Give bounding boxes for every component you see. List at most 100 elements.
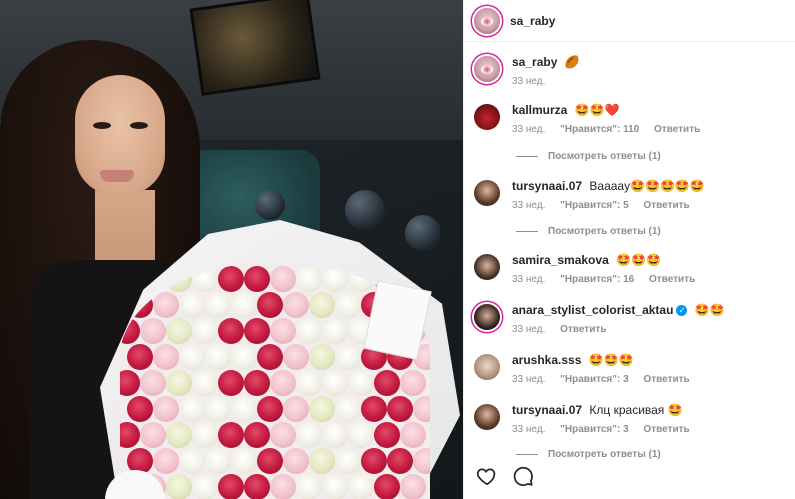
rose (120, 370, 140, 396)
rose (205, 396, 231, 422)
rose (322, 474, 348, 499)
post-photo[interactable] (0, 0, 463, 499)
comment-time[interactable]: 33 нед. (512, 200, 545, 211)
rose (257, 344, 283, 370)
verified-badge-icon: ✓ (676, 305, 688, 317)
rose (192, 422, 218, 448)
photo-lips (100, 170, 134, 182)
comment-likes[interactable]: "Нравится": 3 (560, 374, 629, 385)
rose (270, 266, 296, 292)
caption-username[interactable]: sa_raby (512, 55, 557, 69)
reply-button[interactable]: Ответить (649, 274, 695, 285)
rose (374, 474, 400, 499)
photo-tv (189, 0, 321, 96)
view-replies-label: Посмотреть ответы (1) (548, 151, 661, 162)
commenter-avatar[interactable] (474, 254, 500, 280)
comment-item: arushka.sss 🤩🤩🤩 33 нед. "Нравится": 3 От… (474, 352, 789, 385)
rose (296, 370, 322, 396)
caption-avatar[interactable] (474, 56, 500, 82)
rose (192, 318, 218, 344)
commenter-avatar[interactable] (474, 404, 500, 430)
rose (179, 292, 205, 318)
rose (322, 370, 348, 396)
comment-text: Клц красивая 🤩 (589, 403, 683, 417)
comment-item: samira_smakova 🤩🤩🤩 33 нед. "Нравится": 1… (474, 252, 789, 285)
commenter-avatar[interactable] (474, 354, 500, 380)
comment-item: tursynaai.07 Клц красивая 🤩 33 нед. "Нра… (474, 402, 789, 435)
comment-time[interactable]: 33 нед. (512, 324, 545, 335)
rose (413, 396, 430, 422)
comment-time[interactable]: 33 нед. (512, 274, 545, 285)
caption: sa_raby 🏉 33 нед. (474, 54, 789, 87)
rose (283, 448, 309, 474)
comment-username[interactable]: anara_stylist_colorist_aktau (512, 303, 673, 317)
rose (270, 318, 296, 344)
rose (283, 396, 309, 422)
view-replies-label: Посмотреть ответы (1) (548, 449, 661, 460)
rose (387, 448, 413, 474)
comment-likes[interactable]: "Нравится": 5 (560, 200, 629, 211)
reply-button[interactable]: Ответить (643, 424, 689, 435)
comment-likes[interactable]: "Нравится": 3 (560, 424, 629, 435)
comment-item: kallmurza 🤩🤩❤️ 33 нед. "Нравится": 110 О… (474, 102, 789, 135)
comment-username[interactable]: samira_smakova (512, 253, 609, 267)
comment-likes[interactable]: "Нравится": 110 (560, 124, 639, 135)
rose (270, 422, 296, 448)
rose (322, 318, 348, 344)
rose (257, 448, 283, 474)
rose (231, 344, 257, 370)
rose (309, 448, 335, 474)
comment-likes[interactable]: "Нравится": 16 (560, 274, 634, 285)
rose (374, 422, 400, 448)
commenter-avatar[interactable] (474, 304, 500, 330)
reply-button[interactable]: Ответить (654, 124, 700, 135)
rose (270, 474, 296, 499)
rose (205, 344, 231, 370)
rose (374, 370, 400, 396)
comment-time[interactable]: 33 нед. (512, 374, 545, 385)
rose (322, 266, 348, 292)
comments-panel: sa_raby sa_raby 🏉 33 нед. kallmurza 🤩🤩❤️… (463, 0, 795, 499)
view-replies-button[interactable]: Посмотреть ответы (1) (516, 226, 661, 237)
comment-username[interactable]: kallmurza (512, 103, 567, 117)
rose (296, 318, 322, 344)
rose (166, 422, 192, 448)
comment-time[interactable]: 33 нед. (512, 424, 545, 435)
rose (140, 318, 166, 344)
rose (348, 474, 374, 499)
rose (283, 292, 309, 318)
photo-balloon (345, 190, 385, 230)
rose (257, 396, 283, 422)
reply-button[interactable]: Ответить (643, 200, 689, 211)
comment-username[interactable]: arushka.sss (512, 353, 581, 367)
reply-button[interactable]: Ответить (560, 324, 606, 335)
view-replies-button[interactable]: Посмотреть ответы (1) (516, 449, 661, 460)
rose (140, 422, 166, 448)
rose (231, 292, 257, 318)
comment-username[interactable]: tursynaai.07 (512, 403, 582, 417)
reply-button[interactable]: Ответить (643, 374, 689, 385)
rose (218, 422, 244, 448)
rose (127, 292, 153, 318)
view-replies-button[interactable]: Посмотреть ответы (1) (516, 151, 661, 162)
author-username[interactable]: sa_raby (510, 14, 555, 28)
heart-icon[interactable] (476, 465, 498, 487)
replies-divider (516, 231, 538, 232)
rose (218, 266, 244, 292)
comments-list[interactable]: sa_raby 🏉 33 нед. kallmurza 🤩🤩❤️ 33 нед. (464, 42, 795, 460)
author-avatar[interactable] (474, 7, 500, 34)
rose (179, 448, 205, 474)
rose (413, 448, 430, 474)
comment-text: 🤩🤩❤️ (574, 103, 620, 117)
rose (166, 474, 192, 499)
comment-time[interactable]: 33 нед. (512, 124, 545, 135)
comment-icon[interactable] (512, 465, 534, 487)
caption-time[interactable]: 33 нед. (512, 76, 545, 87)
rose (270, 370, 296, 396)
comment-username[interactable]: tursynaai.07 (512, 179, 582, 193)
comment-text: Вааааy🤩🤩🤩🤩🤩 (589, 179, 705, 193)
commenter-avatar[interactable] (474, 180, 500, 206)
post-header: sa_raby (464, 0, 795, 42)
caption-text: 🏉 (564, 55, 580, 69)
commenter-avatar[interactable] (474, 104, 500, 130)
